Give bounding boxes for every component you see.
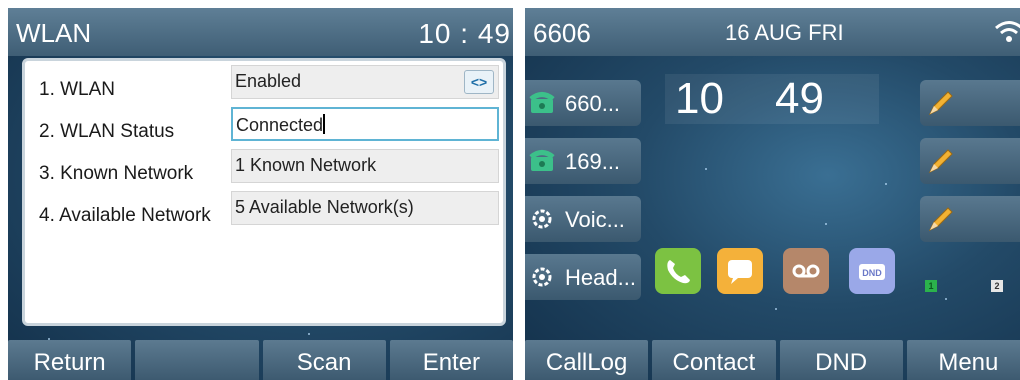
voicemail-app-icon[interactable] [783,248,829,294]
line-key-headset[interactable]: Head... [525,254,641,300]
toggle-arrows-icon[interactable]: <> [464,70,494,94]
clock-minute: 49 [775,74,824,123]
phone-icon [529,92,555,113]
wlan-settings-panel: 1. WLAN Enabled <> 2. WLAN Status Connec… [22,58,506,326]
pencil-icon [928,149,953,174]
dss-key-right-3[interactable] [920,196,1020,242]
wlan-status-value: Connected [236,115,324,135]
pencil-icon [928,207,953,232]
calllog-softkey[interactable]: CallLog [525,340,649,380]
known-network-field[interactable]: 1 Known Network [231,149,499,183]
wlan-value: Enabled [235,71,302,91]
wlan-status-row[interactable]: 2. WLAN Status Connected [25,107,503,147]
text-cursor [323,114,326,134]
chat-bubble-icon [728,260,752,284]
wlan-status-label: 2. WLAN Status [39,121,175,142]
status-time: 10 : 49 [418,18,511,49]
known-network-value: 1 Known Network [235,155,377,175]
dss-key-right-2[interactable] [920,138,1020,184]
phone-app-icon[interactable] [655,248,701,294]
line-key-label: Voic... [565,207,625,232]
scan-softkey[interactable]: Scan [262,340,386,380]
phone-icon [529,150,555,171]
available-network-label: 4. Available Network [39,205,211,226]
enter-softkey[interactable]: Enter [389,340,513,380]
dnd-sign-icon: DND [859,264,885,280]
softkey-bar: CallLog Contact DND Menu [525,340,1020,380]
handset-icon [667,260,690,284]
wlan-title-bar: WLAN 10 : 49 [8,8,513,56]
dss-key-right-1[interactable] [920,80,1020,126]
date-display: 16 AUG FRI [725,20,844,45]
known-network-row[interactable]: 3. Known Network 1 Known Network [25,149,503,189]
line-key-2[interactable]: 169... [525,138,641,184]
page-indicator-1[interactable]: 1 [925,280,937,292]
page-title: WLAN [16,18,92,48]
available-network-row[interactable]: 4. Available Network 5 Available Network… [25,191,503,231]
wlan-row[interactable]: 1. WLAN Enabled <> [25,65,503,105]
voicemail-tape-icon [792,264,820,278]
message-app-icon[interactable] [717,248,763,294]
available-network-value: 5 Available Network(s) [235,197,414,217]
empty-softkey[interactable] [135,340,259,380]
menu-softkey[interactable]: Menu [906,340,1020,380]
wifi-icon [995,21,1020,42]
softkey-bar: Return Scan Enter [8,340,513,380]
idle-screen: 6606 16 AUG FRI 10 49 660... 169... Voic… [525,8,1020,380]
known-network-label: 3. Known Network [39,163,194,184]
page-indicator-2[interactable]: 2 [991,280,1003,292]
line-key-label: Head... [565,265,636,290]
wlan-select[interactable]: Enabled <> [231,65,499,99]
voicemail-icon [532,209,552,229]
line-key-label: 660... [565,91,621,116]
wlan-label: 1. WLAN [39,79,116,100]
wlan-screen: WLAN 10 : 49 1. WLAN Enabled <> 2. WLAN … [8,8,513,380]
extension-number: 6606 [533,18,591,48]
clock-hour: 10 [675,74,724,123]
available-network-field[interactable]: 5 Available Network(s) [231,191,499,225]
pencil-icon [928,91,953,116]
dnd-softkey[interactable]: DND [779,340,903,380]
idle-clock: 10 49 [665,74,879,124]
headset-icon [532,267,552,287]
return-softkey[interactable]: Return [8,340,132,380]
dnd-app-text: DND [862,268,882,278]
status-bar: 6606 16 AUG FRI [525,8,1020,56]
line-key-label: 169... [565,149,621,174]
dnd-app-icon[interactable]: DND [849,248,895,294]
line-key-1[interactable]: 660... [525,80,641,126]
line-key-voicemail[interactable]: Voic... [525,196,641,242]
contact-softkey[interactable]: Contact [652,340,776,380]
wlan-status-field[interactable]: Connected [231,107,499,141]
